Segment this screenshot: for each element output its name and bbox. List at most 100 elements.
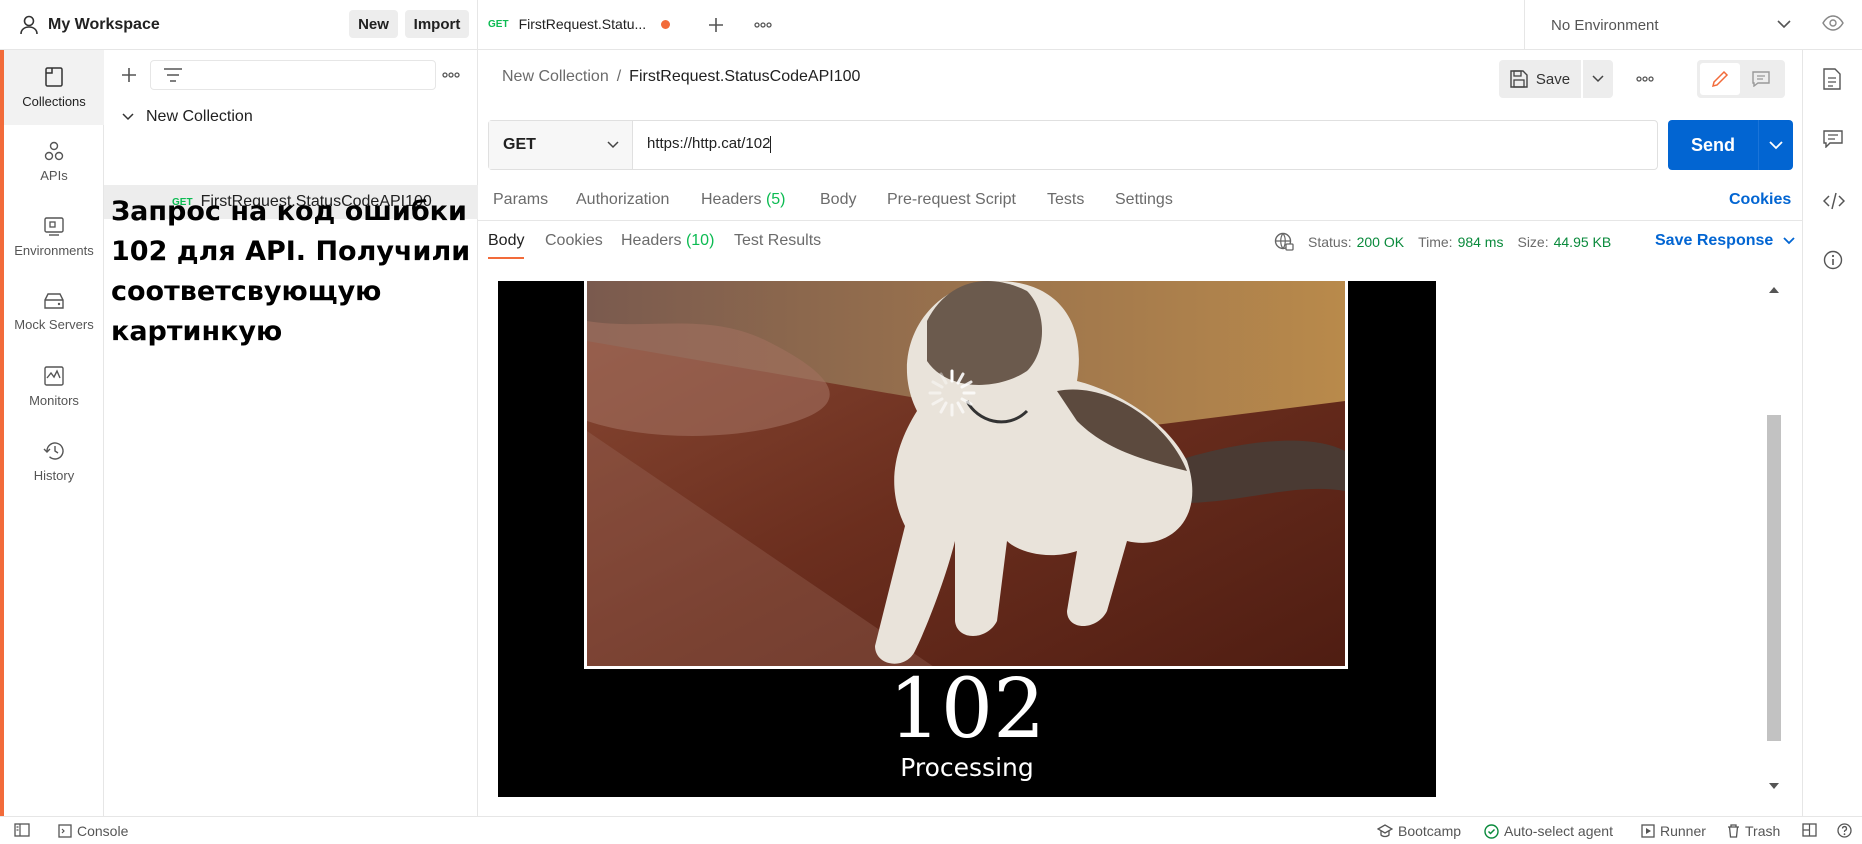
add-tab-icon[interactable] (707, 16, 725, 34)
sidebar-item-label: History (33, 468, 75, 483)
url-text: https://http.cat/102 (647, 135, 771, 152)
breadcrumb: New Collection / FirstRequest.StatusCode… (502, 68, 860, 86)
layout-icon[interactable] (1802, 823, 1817, 837)
size-value[interactable]: 44.95 KB (1554, 234, 1612, 250)
request-more-icon[interactable] (1636, 76, 1654, 82)
environment-select[interactable]: No Environment (1524, 0, 1802, 50)
time-value[interactable]: 984 ms (1458, 234, 1504, 250)
scroll-up-icon[interactable] (1769, 287, 1779, 293)
sidebar-item-environments[interactable]: Environments (4, 200, 104, 274)
save-button[interactable]: Save (1499, 60, 1581, 98)
breadcrumb-separator: / (616, 68, 622, 85)
import-button[interactable]: Import (405, 10, 469, 38)
save-options-button[interactable] (1583, 60, 1613, 98)
collections-more-icon[interactable] (442, 72, 460, 78)
sidebar-item-history[interactable]: History (4, 425, 104, 499)
size-label: Size: (1517, 234, 1549, 250)
agent-button[interactable]: Auto-select agent (1484, 823, 1613, 839)
status-bar: Console Bootcamp Auto-select agent Runne… (0, 816, 1862, 844)
tab-response-headers-count: (10) (685, 232, 715, 249)
search-input[interactable] (150, 60, 436, 90)
tab-response-headers[interactable]: Headers (10) (621, 232, 714, 250)
collection-name: New Collection (146, 108, 253, 125)
sidebar-item-mock-servers[interactable]: Mock Servers (4, 275, 104, 349)
sidebar-item-collections[interactable]: Collections (4, 50, 104, 125)
check-circle-icon (1484, 823, 1499, 839)
tab-test-results[interactable]: Test Results (734, 232, 821, 250)
new-button[interactable]: New (349, 10, 398, 38)
user-icon[interactable] (20, 15, 38, 35)
runner-label: Runner (1660, 823, 1706, 839)
filter-icon[interactable] (163, 67, 183, 83)
collections-panel: New Collection GET FirstRequest.StatusCo… (104, 50, 478, 816)
console-label: Console (77, 823, 129, 839)
chevron-down-icon (1592, 75, 1604, 83)
runner-icon (1641, 824, 1655, 838)
comments-icon[interactable] (1823, 130, 1843, 148)
toggle-sidebar-icon[interactable] (14, 823, 30, 837)
chevron-down-icon[interactable] (122, 113, 134, 121)
collection-row[interactable]: New Collection (104, 100, 478, 134)
cat-photo (584, 281, 1348, 669)
save-label: Save (1535, 70, 1571, 88)
tab-request[interactable]: GET FirstRequest.Statu... (478, 0, 691, 50)
network-globe-icon[interactable] (1274, 232, 1294, 252)
code-icon[interactable] (1823, 192, 1845, 210)
tab-params[interactable]: Params (493, 191, 548, 209)
save-response-button[interactable]: Save Response (1655, 232, 1795, 250)
status-badge[interactable]: 200 OK (1357, 234, 1404, 250)
comment-mode-button[interactable] (1741, 63, 1781, 95)
scroll-down-icon[interactable] (1769, 783, 1779, 789)
send-button[interactable]: Send (1668, 120, 1793, 170)
page-title[interactable]: FirstRequest.StatusCodeAPI100 (629, 68, 860, 86)
tab-headers[interactable]: Headers (5) (701, 191, 786, 209)
workspace-title[interactable]: My Workspace (48, 16, 160, 34)
tab-settings[interactable]: Settings (1115, 191, 1173, 209)
tab-authorization[interactable]: Authorization (576, 191, 669, 209)
environment-label: No Environment (1551, 16, 1659, 34)
agent-label: Auto-select agent (1504, 823, 1613, 839)
sidebar-item-label: Collections (22, 93, 86, 109)
sidebar-item-monitors[interactable]: Monitors (4, 350, 104, 424)
scrollbar[interactable] (1765, 281, 1781, 797)
sidebar-item-label: Environments (14, 243, 94, 258)
tab-body[interactable]: Body (820, 191, 856, 209)
cookies-link[interactable]: Cookies (1729, 191, 1791, 209)
url-bar: GET https://http.cat/102 (488, 120, 1658, 170)
tab-tests[interactable]: Tests (1047, 191, 1084, 209)
collections-icon (45, 66, 63, 87)
tab-headers-count: (5) (765, 191, 786, 208)
help-icon[interactable] (1837, 823, 1852, 838)
tab-more-icon[interactable] (754, 22, 772, 28)
documentation-icon[interactable] (1823, 68, 1841, 90)
console-button[interactable]: Console (58, 823, 128, 839)
active-tab-indicator (488, 257, 524, 259)
response-meta: Status: 200 OK Time: 984 ms Size: 44.95 … (1274, 232, 1611, 252)
chevron-down-icon (1783, 237, 1795, 245)
add-collection-icon[interactable] (120, 66, 138, 84)
runner-button[interactable]: Runner (1641, 823, 1706, 839)
trash-button[interactable]: Trash (1727, 823, 1780, 839)
response-image-preview: 102 Processing (498, 281, 1436, 797)
text-cursor (770, 135, 772, 153)
status-code-caption: 102 (888, 662, 1046, 757)
bootcamp-button[interactable]: Bootcamp (1377, 823, 1461, 839)
eye-icon[interactable] (1822, 15, 1844, 31)
tab-headers-label: Headers (701, 191, 762, 208)
chevron-down-icon (1777, 20, 1791, 29)
send-options-button[interactable] (1759, 120, 1793, 170)
tab-title: FirstRequest.Statu... (518, 16, 647, 32)
tab-response-body[interactable]: Body (488, 232, 524, 250)
scrollbar-thumb[interactable] (1767, 415, 1781, 741)
sidebar-item-label: Monitors (29, 393, 79, 408)
edit-mode-button[interactable] (1700, 63, 1740, 95)
tab-method: GET (488, 18, 509, 30)
sidebar-item-apis[interactable]: APIs (4, 125, 104, 199)
tab-prerequest-script[interactable]: Pre-request Script (887, 191, 1016, 209)
url-input[interactable]: https://http.cat/102 (647, 135, 772, 153)
info-icon[interactable] (1823, 250, 1843, 270)
monitors-icon (44, 366, 64, 386)
method-select[interactable]: GET (489, 121, 633, 169)
breadcrumb-parent[interactable]: New Collection (502, 68, 609, 86)
tab-response-cookies[interactable]: Cookies (545, 232, 603, 250)
